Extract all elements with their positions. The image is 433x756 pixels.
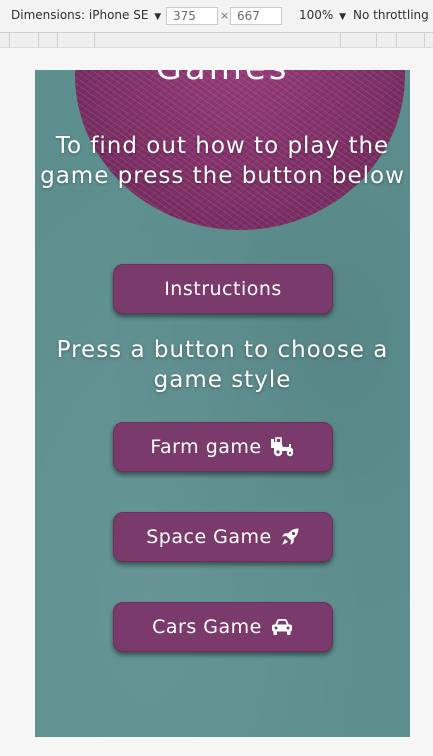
space-game-label: Space Game — [146, 526, 272, 548]
ruler-mark — [9, 33, 10, 47]
zoom-label: 100% — [299, 8, 334, 22]
cars-game-label: Cars Game — [152, 616, 262, 638]
instructions-button-label: Instructions — [164, 278, 282, 300]
space-game-button[interactable]: Space Game — [113, 512, 333, 562]
ruler-mark — [340, 33, 341, 47]
ruler-mark — [38, 33, 39, 47]
device-viewport: Games To find out how to play the game p… — [35, 70, 410, 737]
instructions-button[interactable]: Instructions — [113, 264, 333, 314]
ruler-mark — [57, 33, 58, 47]
ruler-mark — [396, 33, 397, 47]
width-input[interactable] — [166, 7, 218, 25]
intro-text: To find out how to play the game press t… — [40, 133, 405, 189]
farm-game-label: Farm game — [150, 436, 262, 458]
device-toolbar: Dimensions: iPhone SE ▼ × 100% ▼ No thro… — [0, 0, 433, 33]
zoom-select[interactable]: 100% ▼ — [299, 8, 346, 22]
ruler-mark — [94, 33, 95, 47]
page-heading: Games — [35, 70, 410, 88]
chevron-down-icon: ▼ — [154, 12, 162, 22]
ruler-mark — [376, 33, 377, 47]
media-query-ruler[interactable] — [0, 33, 433, 48]
choose-game-text: Press a button to choose a game style — [56, 337, 389, 393]
farm-game-button[interactable]: Farm game — [113, 422, 333, 472]
throttling-label: No throttling — [353, 8, 429, 22]
ruler-mark — [424, 33, 425, 47]
dimensions-label: Dimensions: iPhone SE — [11, 8, 149, 22]
car-icon — [270, 618, 294, 636]
tractor-icon — [270, 437, 296, 457]
dimensions-select[interactable]: Dimensions: iPhone SE ▼ — [11, 8, 161, 22]
rocket-icon — [280, 527, 300, 547]
chevron-down-icon: ▼ — [339, 12, 347, 22]
height-input[interactable] — [230, 7, 282, 25]
times-sign: × — [220, 9, 230, 22]
throttling-select[interactable]: No throttling ▼ — [353, 8, 433, 22]
cars-game-button[interactable]: Cars Game — [113, 602, 333, 652]
